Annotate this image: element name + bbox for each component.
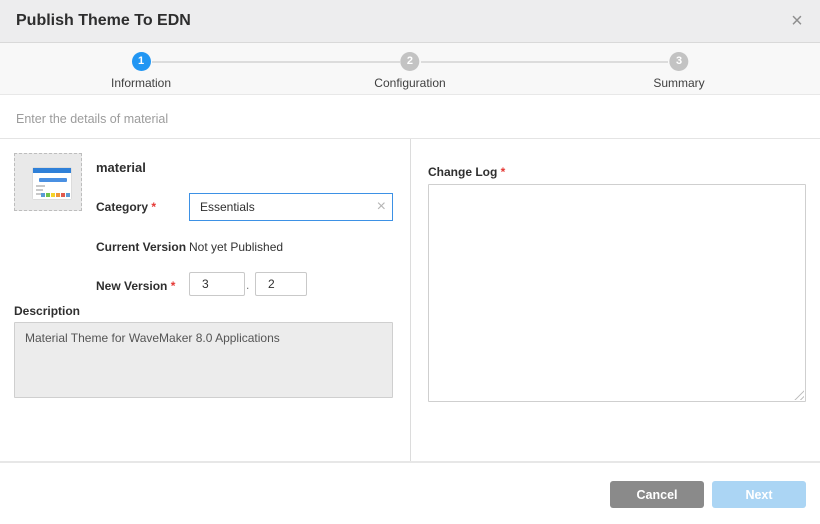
wizard-stepper: 1 Information 2 Configuration 3 Summary — [0, 43, 820, 95]
clear-category-icon[interactable]: × — [377, 197, 386, 217]
required-marker: * — [151, 200, 156, 214]
category-field-wrapper: × — [189, 193, 393, 221]
preview-text-line — [36, 185, 45, 187]
step-connector-2 — [421, 61, 668, 63]
step-subtitle: Enter the details of material — [16, 112, 168, 126]
step-configuration[interactable]: 2 Configuration — [374, 52, 445, 90]
step-summary[interactable]: 3 Summary — [653, 52, 704, 90]
preview-blue-bar — [39, 178, 67, 182]
publish-theme-dialog: Publish Theme To EDN × 1 Information 2 C… — [0, 0, 820, 524]
step-1-label: Information — [111, 76, 171, 90]
material-name: material — [96, 160, 146, 175]
dialog-footer: Cancel Next — [0, 463, 820, 524]
next-button[interactable]: Next — [712, 481, 806, 508]
preview-text-line — [36, 189, 43, 191]
preview-header-bar — [33, 168, 71, 173]
current-version-value: Not yet Published — [189, 240, 283, 254]
change-log-textarea[interactable] — [428, 184, 806, 402]
new-version-label: New Version * — [96, 279, 175, 293]
category-label: Category * — [96, 200, 156, 214]
current-version-label: Current Version — [96, 240, 186, 254]
step-information[interactable]: 1 Information — [111, 52, 171, 90]
step-2-badge: 2 — [400, 52, 419, 71]
step-3-badge: 3 — [670, 52, 689, 71]
version-separator: . — [246, 278, 249, 292]
required-marker: * — [171, 279, 176, 293]
change-log-label: Change Log * — [428, 165, 505, 179]
cancel-button[interactable]: Cancel — [610, 481, 704, 508]
version-major-input[interactable] — [189, 272, 245, 296]
close-icon[interactable]: × — [786, 8, 808, 34]
description-label: Description — [14, 304, 80, 318]
preview-color-swatches — [41, 193, 70, 197]
step-1-badge: 1 — [132, 52, 151, 71]
theme-thumbnail-dropzone[interactable] — [14, 153, 82, 211]
pane-divider — [410, 139, 411, 462]
dialog-title: Publish Theme To EDN — [16, 12, 191, 30]
step-description-bar: Enter the details of material — [0, 96, 820, 139]
description-textarea: Material Theme for WaveMaker 8.0 Applica… — [14, 322, 393, 398]
dialog-titlebar: Publish Theme To EDN × — [0, 0, 820, 43]
step-3-label: Summary — [653, 76, 704, 90]
step-2-label: Configuration — [374, 76, 445, 90]
step-connector-1 — [152, 61, 400, 63]
required-marker: * — [501, 165, 506, 179]
category-input[interactable] — [189, 193, 393, 221]
theme-preview-image — [33, 168, 71, 199]
version-minor-input[interactable] — [255, 272, 307, 296]
